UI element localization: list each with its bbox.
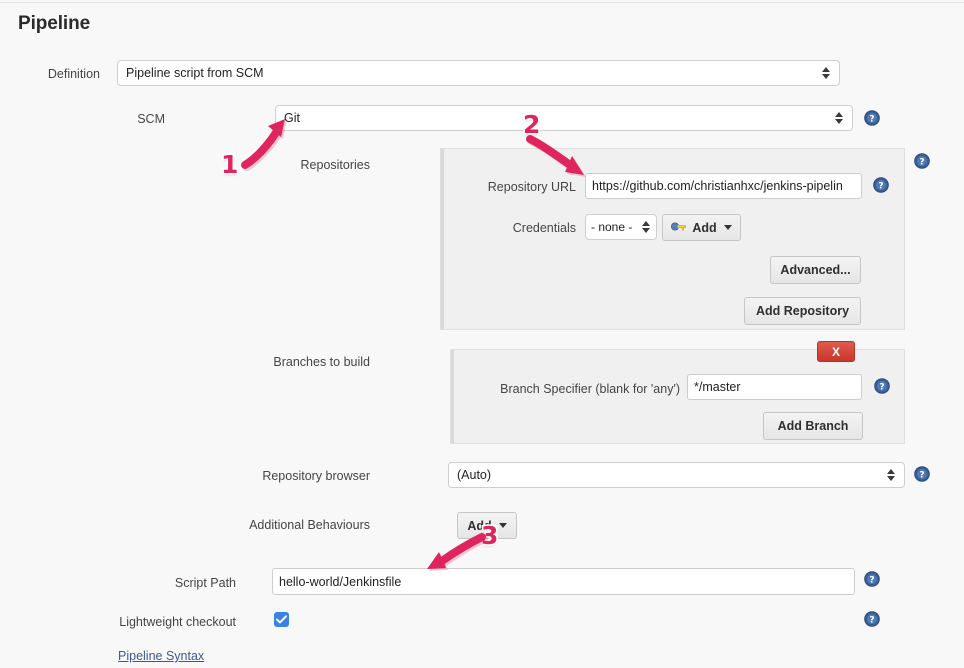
help-icon[interactable]: ?: [914, 466, 930, 482]
help-icon[interactable]: ?: [873, 177, 889, 193]
help-icon[interactable]: ?: [874, 378, 890, 394]
repository-url-input[interactable]: https://github.com/christianhxc/jenkins-…: [585, 173, 862, 199]
branches-to-build-label: Branches to build: [230, 355, 370, 369]
svg-text:?: ?: [869, 576, 874, 586]
branch-specifier-label: Branch Specifier (blank for 'any'): [440, 382, 680, 396]
repository-url-value: https://github.com/christianhxc/jenkins-…: [592, 179, 843, 193]
panel-accent-bar: [441, 149, 444, 329]
chevron-down-icon: [499, 523, 507, 528]
add-repository-button[interactable]: Add Repository: [744, 297, 861, 325]
repository-url-label: Repository URL: [440, 180, 576, 194]
annotation-number-3: 3: [481, 523, 498, 548]
svg-text:?: ?: [869, 616, 874, 626]
help-icon[interactable]: ?: [914, 153, 930, 169]
top-divider: [0, 2, 964, 3]
help-icon[interactable]: ?: [864, 110, 880, 126]
svg-text:?: ?: [919, 158, 924, 168]
repository-browser-label: Repository browser: [230, 469, 370, 483]
branch-specifier-input[interactable]: */master: [687, 374, 862, 400]
credentials-label: Credentials: [440, 221, 576, 235]
svg-text:?: ?: [869, 115, 874, 125]
scm-select[interactable]: Git: [275, 105, 853, 131]
chevron-updown-icon: [835, 111, 844, 125]
script-path-value: hello-world/Jenkinsfile: [279, 575, 401, 589]
delete-branch-button[interactable]: X: [817, 341, 855, 362]
chevron-down-icon: [724, 225, 732, 230]
svg-text:?: ?: [879, 383, 884, 393]
chevron-updown-icon: [822, 66, 831, 80]
advanced-button[interactable]: Advanced...: [770, 256, 861, 284]
credentials-select[interactable]: - none -: [585, 214, 657, 240]
script-path-label: Script Path: [70, 576, 236, 590]
add-branch-button[interactable]: Add Branch: [763, 412, 863, 440]
scm-value: Git: [284, 111, 829, 125]
help-icon[interactable]: ?: [864, 611, 880, 627]
annotation-number-1: 1: [221, 152, 238, 177]
help-icon[interactable]: ?: [864, 571, 880, 587]
additional-behaviours-label: Additional Behaviours: [230, 518, 370, 532]
pipeline-config-page: Pipeline Definition Pipeline script from…: [0, 0, 964, 668]
definition-label: Definition: [8, 67, 100, 81]
chevron-updown-icon: [642, 220, 651, 234]
definition-select[interactable]: Pipeline script from SCM: [117, 60, 840, 86]
script-path-input[interactable]: hello-world/Jenkinsfile: [272, 568, 855, 595]
page-title: Pipeline: [18, 13, 90, 35]
credentials-value: - none -: [591, 220, 640, 234]
lightweight-checkout-checkbox[interactable]: [274, 612, 289, 627]
chevron-updown-icon: [887, 468, 896, 482]
definition-value: Pipeline script from SCM: [126, 66, 816, 80]
pipeline-syntax-link[interactable]: Pipeline Syntax: [118, 649, 204, 663]
repository-browser-value: (Auto): [457, 468, 881, 482]
annotation-number-2: 2: [523, 112, 540, 137]
add-credentials-label: Add: [692, 221, 716, 235]
repositories-label: Repositories: [230, 158, 370, 172]
scm-label: SCM: [85, 112, 165, 126]
repository-browser-select[interactable]: (Auto): [448, 462, 905, 488]
branch-specifier-value: */master: [694, 380, 741, 394]
lightweight-checkout-label: Lightweight checkout: [70, 615, 236, 629]
svg-text:?: ?: [878, 182, 883, 192]
svg-text:?: ?: [919, 471, 924, 481]
key-icon: [671, 221, 686, 235]
panel-accent-bar: [451, 350, 454, 443]
add-credentials-button[interactable]: Add: [662, 214, 741, 241]
